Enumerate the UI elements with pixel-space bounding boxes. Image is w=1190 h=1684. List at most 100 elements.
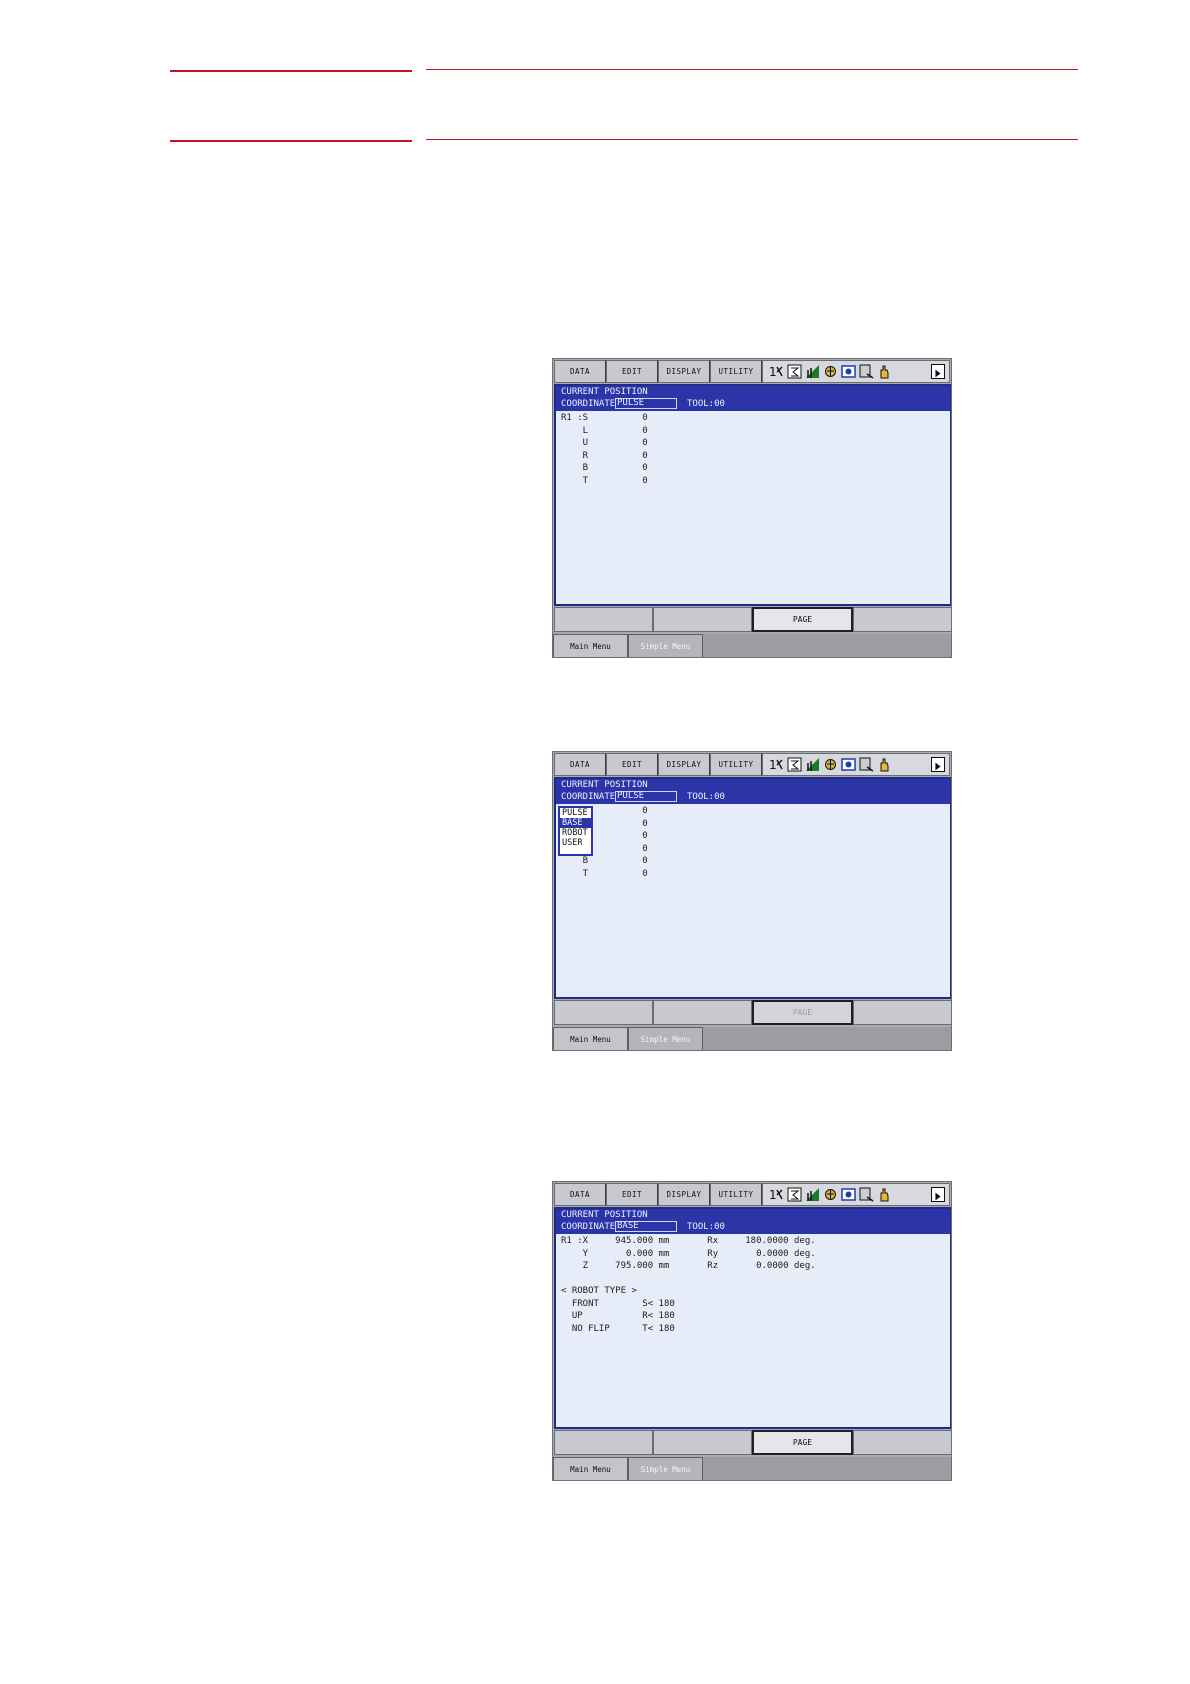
screen-title: CURRENT POSITION: [561, 387, 648, 397]
function-key-1[interactable]: [554, 1000, 653, 1025]
signal-icon: [805, 1187, 820, 1202]
status-icon-bar: 1: [762, 753, 950, 776]
tool-number: TOOL:00: [687, 399, 725, 409]
axis-line: R 0: [561, 450, 648, 461]
menu-data-button[interactable]: DATA: [554, 1183, 606, 1206]
gear-sync-icon: [823, 757, 838, 772]
function-keys: PAGE: [554, 1000, 951, 1025]
function-keys: PAGE: [554, 607, 951, 632]
edit-icon: [787, 1187, 802, 1202]
menu-bar: DATA EDIT DISPLAY UTILITY 1: [554, 753, 950, 776]
page-forward-icon[interactable]: [931, 364, 945, 379]
menu-data-button[interactable]: DATA: [554, 360, 606, 383]
menu-bar: DATA EDIT DISPLAY UTILITY 1: [554, 1183, 950, 1206]
robot-type-heading: < ROBOT TYPE >: [561, 1286, 637, 1296]
menu-utility-button[interactable]: UTILITY: [710, 753, 762, 776]
menu-display-button[interactable]: DISPLAY: [658, 753, 710, 776]
simple-menu-button[interactable]: Simple Menu: [628, 1027, 703, 1050]
title-bar: CURRENT POSITION COORDINATE PULSE TOOL:0…: [556, 779, 950, 804]
camera-icon: [841, 1187, 856, 1202]
svg-text:1: 1: [769, 1188, 777, 1202]
gear-sync-icon: [823, 364, 838, 379]
menu-data-button[interactable]: DATA: [554, 753, 606, 776]
menu-bar: DATA EDIT DISPLAY UTILITY 1: [554, 360, 950, 383]
axis-line: L 0: [561, 425, 648, 436]
edit-icon: [787, 757, 802, 772]
title-bar: CURRENT POSITION COORDINATE PULSE TOOL:0…: [556, 386, 950, 411]
menu-edit-button[interactable]: EDIT: [606, 1183, 658, 1206]
function-key-2[interactable]: [653, 607, 752, 632]
function-key-2[interactable]: [653, 1430, 752, 1455]
title-bar: CURRENT POSITION COORDINATE BASE TOOL:00: [556, 1209, 950, 1234]
position-line: R1 :X 945.000 mm Rx 180.0000 deg.: [561, 1236, 816, 1246]
function-key-4[interactable]: [853, 607, 951, 632]
simple-menu-button[interactable]: Simple Menu: [628, 634, 703, 657]
menu-edit-button[interactable]: EDIT: [606, 753, 658, 776]
axis-line: T 0: [561, 475, 648, 486]
number-switch-icon: 1: [769, 757, 784, 772]
jog-icon: [859, 364, 874, 379]
axis-line: B 0: [561, 856, 648, 866]
position-line: Y 0.000 mm Ry 0.0000 deg.: [561, 1248, 816, 1259]
coordinate-select[interactable]: BASE: [615, 1221, 677, 1232]
number-switch-icon: 1: [769, 1187, 784, 1202]
menu-display-button[interactable]: DISPLAY: [658, 1183, 710, 1206]
function-key-4[interactable]: [853, 1000, 951, 1025]
position-line: Z 795.000 mm Rz 0.0000 deg.: [561, 1261, 816, 1271]
function-key-1[interactable]: [554, 1430, 653, 1455]
hand-icon: [877, 1187, 892, 1202]
main-menu-button[interactable]: Main Menu: [553, 1027, 628, 1050]
position-display: CURRENT POSITION COORDINATE BASE TOOL:00…: [554, 1207, 951, 1429]
coordinate-dropdown: PULSE BASE ROBOT USER: [558, 806, 593, 856]
page-button[interactable]: PAGE: [752, 1000, 853, 1025]
page-button[interactable]: PAGE: [752, 607, 853, 632]
main-menu-button[interactable]: Main Menu: [553, 1457, 628, 1480]
robot-type-line: UP R< 180: [561, 1311, 675, 1321]
page-button[interactable]: PAGE: [752, 1430, 853, 1455]
robot-type-line: NO FLIP T< 180: [561, 1323, 675, 1334]
function-key-4[interactable]: [853, 1430, 951, 1455]
hand-icon: [877, 364, 892, 379]
dropdown-option-user[interactable]: USER: [560, 838, 591, 848]
svg-text:1: 1: [769, 365, 777, 379]
dropdown-option-pulse[interactable]: PULSE: [560, 808, 591, 818]
coordinate-select[interactable]: PULSE: [615, 398, 677, 409]
page-forward-icon[interactable]: [931, 1187, 945, 1202]
axis-line: U 0: [561, 438, 648, 448]
menu-utility-button[interactable]: UTILITY: [710, 1183, 762, 1206]
tool-number: TOOL:00: [687, 792, 725, 802]
coordinate-label: COORDINATE: [561, 399, 616, 409]
function-keys: PAGE: [554, 1430, 951, 1455]
menu-utility-button[interactable]: UTILITY: [710, 360, 762, 383]
position-display: CURRENT POSITION COORDINATE PULSE TOOL:0…: [554, 384, 951, 606]
menu-edit-button[interactable]: EDIT: [606, 360, 658, 383]
pendant-screenshot-pulse: DATA EDIT DISPLAY UTILITY 1 CURRENT POSI…: [552, 358, 952, 658]
pendant-screenshot-dropdown: DATA EDIT DISPLAY UTILITY 1 CURRENT POSI…: [552, 751, 952, 1051]
axis-line: R1 :S 0: [561, 413, 648, 423]
coordinate-label: COORDINATE: [561, 1222, 616, 1232]
function-key-1[interactable]: [554, 607, 653, 632]
jog-icon: [859, 757, 874, 772]
screen-title: CURRENT POSITION: [561, 1210, 648, 1220]
function-key-2[interactable]: [653, 1000, 752, 1025]
page-forward-icon[interactable]: [931, 757, 945, 772]
number-switch-icon: 1: [769, 364, 784, 379]
edit-icon: [787, 364, 802, 379]
jog-icon: [859, 1187, 874, 1202]
header-rule-right-top: [426, 69, 1078, 70]
camera-icon: [841, 757, 856, 772]
status-icon-bar: 1: [762, 1183, 950, 1206]
main-menu-button[interactable]: Main Menu: [553, 634, 628, 657]
tool-number: TOOL:00: [687, 1222, 725, 1232]
axis-line: T 0: [561, 868, 648, 879]
coordinate-select[interactable]: PULSE: [615, 791, 677, 802]
menu-display-button[interactable]: DISPLAY: [658, 360, 710, 383]
simple-menu-button[interactable]: Simple Menu: [628, 1457, 703, 1480]
gear-sync-icon: [823, 1187, 838, 1202]
bottom-bar: Main Menu Simple Menu: [553, 1027, 951, 1050]
coordinate-label: COORDINATE: [561, 792, 616, 802]
dropdown-option-base[interactable]: BASE: [560, 818, 591, 828]
signal-icon: [805, 364, 820, 379]
header-rule-left-top: [170, 70, 412, 72]
dropdown-option-robot[interactable]: ROBOT: [560, 828, 591, 838]
